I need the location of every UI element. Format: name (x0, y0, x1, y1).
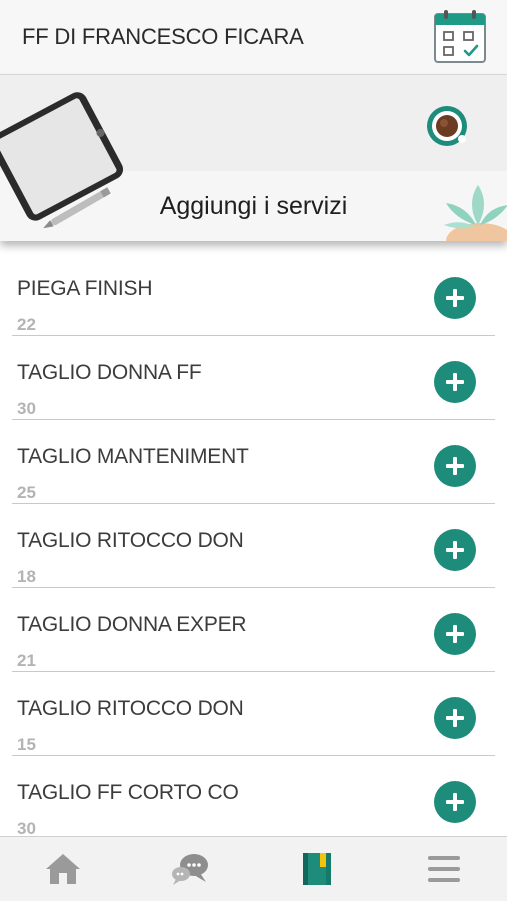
service-number: 18 (17, 567, 36, 586)
calendar-check-icon[interactable] (432, 8, 488, 66)
chat-icon (172, 854, 208, 885)
add-service-button[interactable] (434, 613, 476, 655)
menu-icon (428, 856, 460, 882)
notebook-icon (303, 853, 331, 885)
add-service-button[interactable] (434, 445, 476, 487)
add-service-button[interactable] (434, 781, 476, 823)
service-name: TAGLIO DONNA FF (17, 361, 202, 384)
bottom-tab-bar (0, 836, 507, 901)
tab-notebook[interactable] (254, 837, 380, 901)
service-name: TAGLIO DONNA EXPER (17, 613, 247, 636)
section-banner: Aggiungi i servizi (0, 75, 507, 241)
service-number: 21 (17, 651, 36, 670)
home-icon (46, 854, 80, 884)
tab-menu[interactable] (381, 837, 507, 901)
service-name: TAGLIO RITOCCO DON (17, 529, 244, 552)
service-item[interactable]: TAGLIO DONNA EXPER 21 (12, 588, 495, 672)
service-list: PIEGA FINISH 22 TAGLIO DONNA FF 30 TAGLI… (0, 252, 507, 840)
add-service-button[interactable] (434, 277, 476, 319)
service-number: 25 (17, 483, 36, 502)
service-item[interactable]: TAGLIO RITOCCO DON 15 (12, 672, 495, 756)
add-service-button[interactable] (434, 697, 476, 739)
service-name: TAGLIO RITOCCO DON (17, 697, 244, 720)
service-item[interactable]: TAGLIO MANTENIMENT 25 (12, 420, 495, 504)
app-header: FF DI FRANCESCO FICARA (0, 0, 507, 75)
service-number: 15 (17, 735, 36, 754)
service-name: TAGLIO FF CORTO CO (17, 781, 239, 804)
service-item[interactable]: PIEGA FINISH 22 (12, 252, 495, 336)
service-item[interactable]: TAGLIO RITOCCO DON 18 (12, 504, 495, 588)
service-name: TAGLIO MANTENIMENT (17, 445, 249, 468)
page-title: FF DI FRANCESCO FICARA (22, 24, 304, 49)
section-title: Aggiungi i servizi (159, 192, 348, 220)
add-service-button[interactable] (434, 529, 476, 571)
service-item[interactable]: TAGLIO DONNA FF 30 (12, 336, 495, 420)
service-number: 22 (17, 315, 36, 334)
tab-chat[interactable] (127, 837, 253, 901)
add-service-button[interactable] (434, 361, 476, 403)
service-name: PIEGA FINISH (17, 277, 153, 300)
coffee-cup-icon (427, 106, 467, 146)
tab-home[interactable] (0, 837, 126, 901)
service-number: 30 (17, 399, 36, 418)
service-item[interactable]: TAGLIO FF CORTO CO 30 (12, 756, 495, 840)
